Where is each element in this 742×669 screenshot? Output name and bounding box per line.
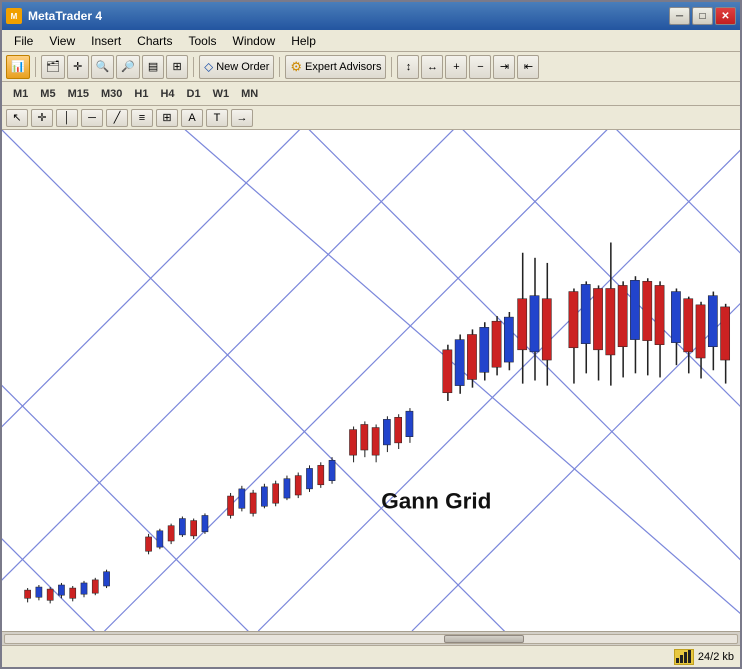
- timeframe-toolbar: M1 M5 M15 M30 H1 H4 D1 W1 MN: [2, 82, 740, 106]
- indicators-btn[interactable]: ⊞: [166, 55, 188, 79]
- gann-btn[interactable]: ⊞: [156, 109, 178, 127]
- status-bar: 24/2 kb: [2, 645, 740, 667]
- crosshair-btn[interactable]: ✛: [67, 55, 89, 79]
- text-label-btn[interactable]: T: [206, 109, 228, 127]
- chart-shift-btn[interactable]: ↕: [397, 55, 419, 79]
- autoscroll-btn[interactable]: ↔: [421, 55, 443, 79]
- menu-file[interactable]: File: [6, 32, 41, 50]
- title-bar-left: M MetaTrader 4: [6, 8, 102, 24]
- title-bar: M MetaTrader 4 ─ □ ✕: [2, 2, 740, 30]
- zoom-chart-in-icon: +: [453, 61, 459, 73]
- separator-1: [35, 57, 36, 77]
- cursor-btn[interactable]: ↖: [6, 109, 28, 127]
- expert-advisors-label: Expert Advisors: [305, 61, 381, 73]
- text-btn[interactable]: A: [181, 109, 203, 127]
- window-title: MetaTrader 4: [28, 9, 102, 23]
- menu-window[interactable]: Window: [225, 32, 284, 50]
- menu-view[interactable]: View: [41, 32, 83, 50]
- menu-insert[interactable]: Insert: [83, 32, 129, 50]
- text-icon: A: [188, 112, 195, 124]
- cursor-icon: ↖: [12, 111, 21, 124]
- separator-3: [279, 57, 280, 77]
- chart-area: Gann Grid: [2, 130, 740, 631]
- main-toolbar: 📊 🗂 ✛ 🔍 🔎 ▤ ⊞ ⬦ New Order ⚙ Expert Advis…: [2, 52, 740, 82]
- tf-w1[interactable]: W1: [208, 85, 235, 103]
- svg-text:M: M: [11, 12, 18, 21]
- chart-scroll-right-icon: ⇥: [500, 60, 509, 73]
- menu-tools[interactable]: Tools: [181, 32, 225, 50]
- chart-svg: Gann Grid: [2, 130, 740, 631]
- profiles-icon: 🗂: [46, 60, 60, 73]
- fibonacci-btn[interactable]: ≡: [131, 109, 153, 127]
- tf-m1[interactable]: M1: [8, 85, 33, 103]
- chart-icon: 📊: [11, 60, 25, 73]
- zoom-chart-out-icon: −: [477, 61, 483, 73]
- trend-line-icon: ╱: [114, 111, 121, 124]
- tf-mn[interactable]: MN: [236, 85, 263, 103]
- autoscroll-icon: ↔: [427, 61, 438, 73]
- chart-shift-icon: ↕: [406, 61, 412, 73]
- minimize-button[interactable]: ─: [669, 7, 690, 25]
- maximize-button[interactable]: □: [692, 7, 713, 25]
- tf-h1[interactable]: H1: [129, 85, 153, 103]
- text-label-icon: T: [214, 112, 221, 124]
- ea-icon: ⚙: [290, 59, 302, 75]
- crosshair-draw-btn[interactable]: ✛: [31, 109, 53, 127]
- menu-charts[interactable]: Charts: [129, 32, 180, 50]
- app-icon: M: [6, 8, 22, 24]
- trend-line-btn[interactable]: ╱: [106, 109, 128, 127]
- new-chart-btn[interactable]: 📊: [6, 55, 30, 79]
- chart-scroll-end-icon: ⇤: [524, 60, 533, 73]
- order-icon: ⬦: [204, 59, 213, 75]
- zoom-in-icon: 🔍: [96, 60, 110, 73]
- separator-2: [193, 57, 194, 77]
- tf-h4[interactable]: H4: [155, 85, 179, 103]
- zoom-out-icon: 🔎: [121, 60, 135, 73]
- horizontal-line-btn[interactable]: ─: [81, 109, 103, 127]
- main-window: M MetaTrader 4 ─ □ ✕ File View Insert Ch…: [0, 0, 742, 669]
- horizontal-scrollbar[interactable]: [2, 631, 740, 645]
- menu-bar: File View Insert Charts Tools Window Hel…: [2, 30, 740, 52]
- zoom-in-btn[interactable]: 🔍: [91, 55, 115, 79]
- status-bar-right: 24/2 kb: [674, 649, 734, 665]
- new-order-label: New Order: [216, 61, 269, 73]
- tf-d1[interactable]: D1: [182, 85, 206, 103]
- zoom-out-btn[interactable]: 🔎: [116, 55, 140, 79]
- menu-help[interactable]: Help: [283, 32, 324, 50]
- title-bar-controls: ─ □ ✕: [669, 7, 736, 25]
- horizontal-line-icon: ─: [88, 112, 96, 124]
- zoom-chart-in-btn[interactable]: +: [445, 55, 467, 79]
- arrow-btn[interactable]: →: [231, 109, 253, 127]
- properties-icon: ▤: [148, 60, 158, 73]
- expert-advisors-btn[interactable]: ⚙ Expert Advisors: [285, 55, 386, 79]
- tf-m15[interactable]: M15: [63, 85, 94, 103]
- arrow-icon: →: [237, 112, 248, 124]
- crosshair-icon: ✛: [73, 60, 82, 73]
- scrollbar-track: [4, 634, 738, 644]
- indicators-icon: ⊞: [172, 60, 181, 73]
- chart-scroll-end-btn[interactable]: ⇤: [517, 55, 539, 79]
- drawing-toolbar: ↖ ✛ │ ─ ╱ ≡ ⊞ A T →: [2, 106, 740, 130]
- fibonacci-icon: ≡: [139, 112, 145, 124]
- chart-scroll-right-btn[interactable]: ⇥: [493, 55, 515, 79]
- status-memory: 24/2 kb: [698, 651, 734, 663]
- tf-m30[interactable]: M30: [96, 85, 127, 103]
- scrollbar-thumb[interactable]: [444, 635, 524, 643]
- separator-4: [391, 57, 392, 77]
- gann-icon: ⊞: [162, 111, 171, 124]
- new-order-btn[interactable]: ⬦ New Order: [199, 55, 274, 79]
- zoom-chart-out-btn[interactable]: −: [469, 55, 491, 79]
- profiles-btn[interactable]: 🗂: [41, 55, 65, 79]
- tf-m5[interactable]: M5: [35, 85, 60, 103]
- gann-label: Gann Grid: [381, 488, 491, 513]
- close-button[interactable]: ✕: [715, 7, 736, 25]
- vertical-line-btn[interactable]: │: [56, 109, 78, 127]
- crosshair-draw-icon: ✛: [37, 111, 46, 124]
- status-indicator: [674, 649, 694, 665]
- vertical-line-icon: │: [64, 112, 71, 124]
- properties-btn[interactable]: ▤: [142, 55, 164, 79]
